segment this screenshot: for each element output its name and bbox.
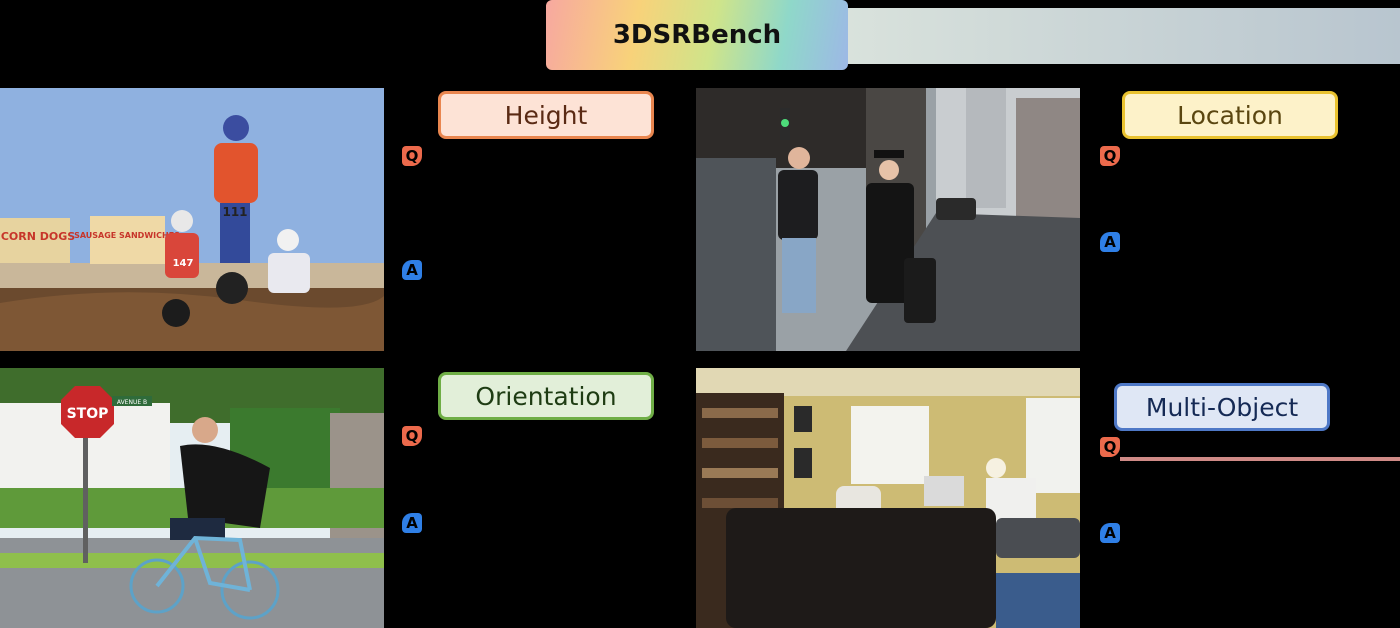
divider-line bbox=[1120, 457, 1400, 461]
question-marker-multi-object: Q bbox=[1100, 437, 1120, 457]
question-marker-location: Q bbox=[1100, 146, 1120, 166]
title-band bbox=[848, 8, 1400, 64]
category-tag-location: Location bbox=[1122, 91, 1338, 139]
benchmark-title: 3DSRBench bbox=[546, 0, 848, 70]
sausage-banner: SAUSAGE SANDWICHES bbox=[74, 231, 180, 240]
category-tag-multi-object: Multi-Object bbox=[1114, 383, 1330, 431]
answer-marker-location: A bbox=[1100, 232, 1120, 252]
answer-marker-height: A bbox=[402, 260, 422, 280]
corn-dogs-banner: CORN DOGS bbox=[1, 230, 75, 243]
answer-marker-multi-object: A bbox=[1100, 523, 1120, 543]
street-photo bbox=[696, 88, 1080, 351]
category-tag-orientation: Orientation bbox=[438, 372, 654, 420]
answer-marker-orientation: A bbox=[402, 513, 422, 533]
bike-number-rear: 147 bbox=[173, 258, 194, 269]
motocross-photo: CORN DOGS SAUSAGE SANDWICHES 111 147 bbox=[0, 88, 384, 351]
question-marker-height: Q bbox=[402, 146, 422, 166]
street-sign: AVENUE B bbox=[117, 399, 147, 406]
question-marker-orientation: Q bbox=[402, 426, 422, 446]
bicycle-photo: STOP AVENUE B bbox=[0, 368, 384, 628]
bike-number-front: 111 bbox=[222, 205, 247, 219]
stop-sign: STOP bbox=[67, 406, 109, 422]
category-tag-height: Height bbox=[438, 91, 654, 139]
living-room-photo bbox=[696, 368, 1080, 628]
